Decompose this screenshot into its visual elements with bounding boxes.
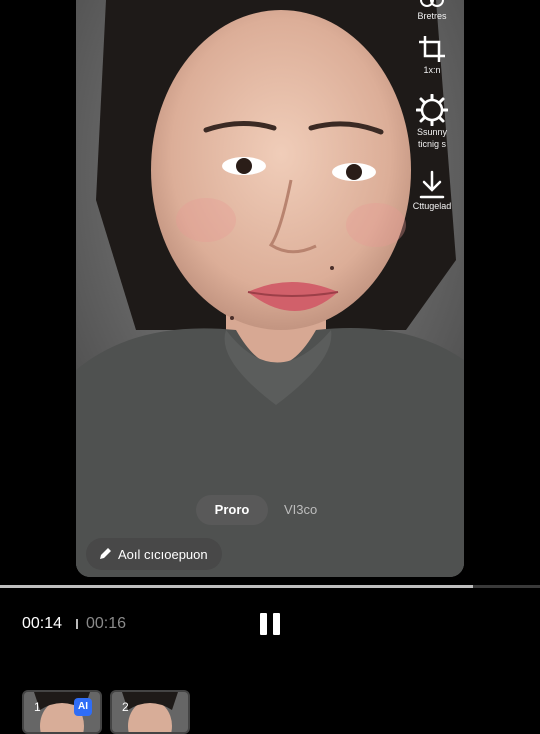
side-toolbar: Bretres 1x:n Ssunny ticnig s Cttugelad <box>400 0 464 230</box>
pause-button[interactable] <box>258 612 282 636</box>
download-label: Cttugelad <box>412 201 452 211</box>
ai-description-label: Aoıl cıcıoepuon <box>118 546 208 562</box>
download-tool[interactable]: Cttugelad <box>400 170 464 212</box>
effects-icon <box>420 0 444 7</box>
settings-label: Ssunny ticnig s <box>416 127 448 149</box>
playback-progress-bar[interactable] <box>0 585 540 588</box>
settings-tool[interactable]: Ssunny ticnig s <box>400 94 464 150</box>
thumbnail-number: 1 <box>34 700 41 714</box>
crop-icon <box>419 36 445 62</box>
pause-icon <box>273 613 280 635</box>
effects-tool[interactable]: Bretres <box>400 0 464 22</box>
time-separator <box>76 619 78 629</box>
thumbnail-number: 2 <box>122 700 129 714</box>
crop-label: 1x:n <box>423 65 441 75</box>
pause-icon <box>260 613 267 635</box>
pencil-icon <box>100 548 111 559</box>
thumbnail-1[interactable]: 1 AI <box>22 690 102 734</box>
mode-photo-button[interactable]: Proro <box>196 495 268 525</box>
thumbnail-2[interactable]: 2 <box>110 690 190 734</box>
ai-description-button[interactable]: Aoıl cıcıoepuon <box>86 538 222 570</box>
download-icon <box>419 170 445 199</box>
mode-video-button[interactable]: VI3co <box>284 495 317 525</box>
total-time: 00:16 <box>86 615 127 632</box>
current-time: 00:14 <box>22 615 63 632</box>
ai-badge-icon: AI <box>74 698 92 716</box>
effects-label: Bretres <box>417 11 447 21</box>
progress-fill <box>0 585 473 588</box>
media-preview[interactable]: Bretres 1x:n Ssunny ticnig s Cttugelad P… <box>76 0 464 577</box>
settings-gear-icon <box>416 94 448 126</box>
crop-tool[interactable]: 1x:n <box>400 34 464 76</box>
